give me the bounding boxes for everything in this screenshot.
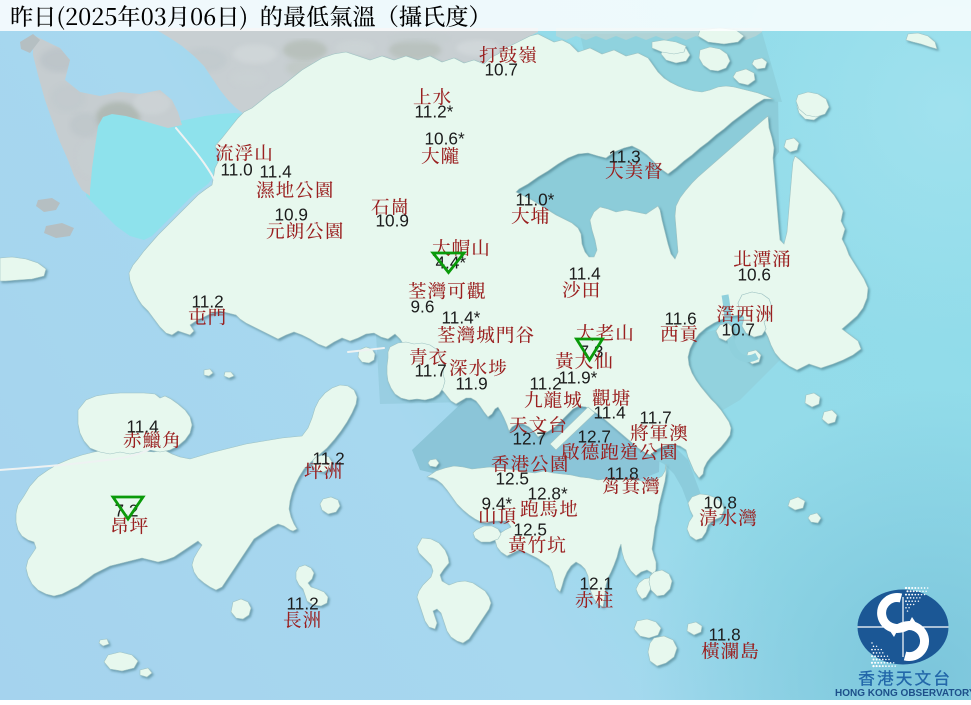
- svg-text:12.7: 12.7: [578, 426, 611, 446]
- svg-text:10.9: 10.9: [275, 204, 308, 224]
- svg-text:11.9*: 11.9*: [559, 367, 598, 387]
- svg-text:11.0*: 11.0*: [516, 189, 555, 209]
- svg-text:HONG KONG OBSERVATORY: HONG KONG OBSERVATORY: [835, 688, 971, 699]
- svg-text:10.9: 10.9: [376, 210, 409, 230]
- svg-text:11.2: 11.2: [287, 593, 319, 613]
- svg-text:11.4: 11.4: [594, 402, 627, 422]
- svg-text:11.8: 11.8: [709, 624, 741, 644]
- svg-text:10.6: 10.6: [738, 264, 771, 284]
- svg-text:12.7: 12.7: [513, 428, 546, 448]
- svg-text:11.4: 11.4: [127, 416, 160, 436]
- svg-text:11.8: 11.8: [607, 463, 639, 483]
- svg-text:11.2*: 11.2*: [415, 101, 454, 121]
- svg-text:10.7: 10.7: [485, 59, 518, 79]
- svg-text:11.4: 11.4: [569, 263, 602, 283]
- svg-text:12.8*: 12.8*: [528, 483, 568, 503]
- svg-text:11.2: 11.2: [313, 448, 345, 468]
- svg-text:11.6: 11.6: [665, 308, 697, 328]
- svg-text:11.4: 11.4: [260, 161, 293, 181]
- svg-text:11.7: 11.7: [415, 360, 447, 380]
- svg-text:10.8: 10.8: [704, 492, 737, 512]
- svg-text:12.1: 12.1: [580, 573, 613, 593]
- svg-text:9.6: 9.6: [411, 296, 435, 316]
- svg-text:10.7: 10.7: [722, 319, 755, 339]
- svg-text:11.7: 11.7: [640, 407, 672, 427]
- svg-text:11.9: 11.9: [456, 373, 488, 393]
- svg-text:11.2: 11.2: [192, 291, 224, 311]
- svg-text:11.3: 11.3: [609, 146, 641, 166]
- svg-text:10.6*: 10.6*: [425, 128, 465, 148]
- svg-text:12.5: 12.5: [514, 519, 547, 539]
- svg-text:12.5: 12.5: [496, 468, 529, 488]
- svg-text:11.2: 11.2: [530, 373, 562, 393]
- svg-text:11.4*: 11.4*: [442, 307, 481, 327]
- svg-text:11.0: 11.0: [221, 159, 253, 179]
- svg-text:9.4*: 9.4*: [482, 493, 513, 513]
